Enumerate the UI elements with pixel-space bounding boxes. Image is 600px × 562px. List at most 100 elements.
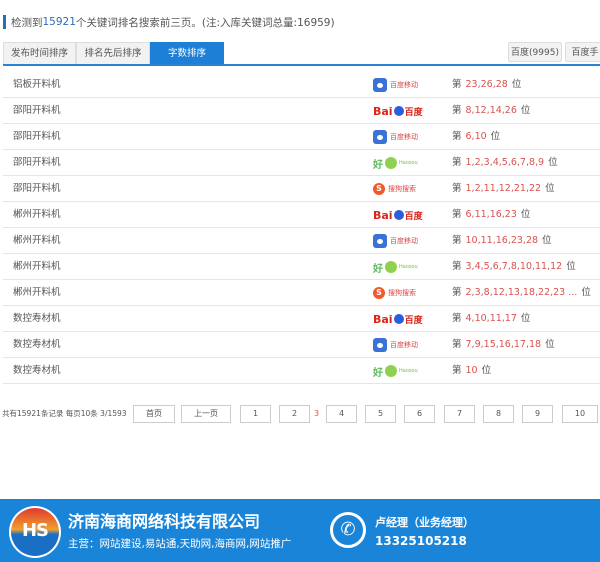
tab-publish-time[interactable]: 发布时间排序 <box>3 42 76 64</box>
company-name: 济南海商网络科技有限公司 <box>68 512 261 531</box>
baidu-logo: Bai 百度 <box>373 103 423 119</box>
keyword-text: 郴州开料机 <box>13 235 61 246</box>
rank-suffix: 位 <box>545 339 555 350</box>
engine-name-du: 百度 <box>404 107 423 118</box>
haosou-ball-icon <box>385 261 397 273</box>
sogou-icon: S <box>373 287 385 299</box>
haosou-logo: 好 Haosou <box>373 363 418 379</box>
first-page-button[interactable]: 首页 <box>133 405 175 423</box>
rank-suffix: 位 <box>520 313 531 324</box>
rank-prefix: 第 <box>452 365 462 376</box>
rank-suffix: 位 <box>545 183 555 194</box>
engine-button-baidu[interactable]: 百度(9995) <box>508 42 562 62</box>
table-row: 邵阳开料机 百度移动 第 6,10 位 <box>3 124 600 150</box>
rank-suffix: 位 <box>481 365 492 376</box>
table-row: 邵阳开料机 好 Haosou 第 1,2,3,4,5,6,7,8,9 位 <box>3 150 600 176</box>
engine-subname: Haosou <box>399 264 418 270</box>
pagination-info: 共有15921条记录 每页10条 3/1593 <box>2 409 127 418</box>
tab-rank-order[interactable]: 排名先后排序 <box>76 42 150 64</box>
summary-count: 15921 <box>42 16 76 28</box>
baidu-mobile-logo: 百度移动 <box>373 337 418 353</box>
baidu-paw-icon <box>373 338 387 352</box>
keyword-list: 铝板开料机 百度移动第 23,26,28 位邵阳开料机 Bai 百度第 8,12,14,26… <box>3 72 600 384</box>
table-row: 邵阳开料机 Bai 百度 第 8,12,14,26 位 <box>3 98 600 124</box>
haosou-logo: 好 Haosou <box>373 259 418 275</box>
rank-prefix: 第 <box>452 339 462 350</box>
keyword-text: 邵阳开料机 <box>13 157 61 168</box>
engine-button-baidu-mobile[interactable]: 百度手 <box>565 42 600 62</box>
rank-prefix: 第 <box>452 209 462 220</box>
rank-suffix: 位 <box>511 79 522 90</box>
phone-icon: ✆ <box>330 512 366 548</box>
page-button-2[interactable]: 2 <box>279 405 310 423</box>
page-button-8[interactable]: 8 <box>483 405 514 423</box>
engine-name: 百度移动 <box>390 133 418 141</box>
sogou-logo: S 搜狗搜索 <box>373 285 416 301</box>
rank-info: 第 1,2,11,12,21,22 位 <box>452 176 555 202</box>
table-row: 数控寿材机 Bai 百度 第 4,10,11,17 位 <box>3 306 600 332</box>
summary-bar <box>3 15 6 29</box>
baidu-logo: Bai 百度 <box>373 311 423 327</box>
prev-page-button[interactable]: 上一页 <box>181 405 231 423</box>
rank-prefix: 第 <box>452 105 462 116</box>
keyword-text: 郴州开料机 <box>13 209 61 220</box>
keyword-text: 数控寿材机 <box>13 313 61 324</box>
summary-suffix: 个关键词排名搜索前三页。(注:入库关键词总量:16959) <box>75 16 335 29</box>
table-row: 铝板开料机 百度移动 第 23,26,28 位 <box>3 72 600 98</box>
rank-positions: 3,4,5,6,7,8,10,11,12 <box>465 261 563 272</box>
haosou-ball-icon <box>385 365 397 377</box>
rank-suffix: 位 <box>542 235 552 246</box>
baidu-paw-icon <box>393 210 404 220</box>
table-row: 郴州开料机 Bai 百度 第 6,11,16,23 位 <box>3 202 600 228</box>
page-button-6[interactable]: 6 <box>404 405 435 423</box>
page-button-10[interactable]: 10 <box>562 405 598 423</box>
rank-positions: 1,2,3,4,5,6,7,8,9 <box>465 157 545 168</box>
rank-prefix: 第 <box>452 157 462 168</box>
rank-info: 第 1,2,3,4,5,6,7,8,9 位 <box>452 150 558 176</box>
rank-positions: 10 <box>465 365 478 376</box>
rank-positions: 23,26,28 <box>465 79 508 90</box>
sogou-logo: S 搜狗搜索 <box>373 181 416 197</box>
engine-name: 百度移动 <box>390 81 418 89</box>
rank-prefix: 第 <box>452 131 462 142</box>
rank-info: 第 10 位 <box>452 358 491 384</box>
rank-prefix: 第 <box>452 261 462 272</box>
rank-suffix: 位 <box>520 105 531 116</box>
page-button-1[interactable]: 1 <box>240 405 271 423</box>
baidu-mobile-logo: 百度移动 <box>373 77 418 93</box>
rank-info: 第 23,26,28 位 <box>452 72 521 98</box>
engine-name-du: 百度 <box>404 315 423 326</box>
engine-name: 好 <box>373 367 383 379</box>
baidu-logo: Bai 百度 <box>373 207 423 223</box>
rank-prefix: 第 <box>452 183 462 194</box>
rank-positions: 10,11,16,23,28 <box>465 235 539 246</box>
page-button-9[interactable]: 9 <box>522 405 553 423</box>
page-button-5[interactable]: 5 <box>365 405 396 423</box>
rank-positions: 6,10 <box>465 131 487 142</box>
rank-suffix: 位 <box>520 209 531 220</box>
rank-info: 第 7,9,15,16,17,18 位 <box>452 332 555 358</box>
sort-tabs: 发布时间排序 排名先后排序 字数排序 百度(9995) 百度手 <box>3 42 600 66</box>
baidu-mobile-logo: 百度移动 <box>373 233 418 249</box>
page-button-4[interactable]: 4 <box>326 405 357 423</box>
rank-suffix: 位 <box>490 131 501 142</box>
footer-banner: HS 济南海商网络科技有限公司 主营：网站建设,易站通,天助网,海商网,网站推广… <box>0 499 600 562</box>
keyword-text: 郴州开料机 <box>13 261 61 272</box>
baidu-paw-icon <box>393 314 404 324</box>
rank-info: 第 4,10,11,17 位 <box>452 306 530 332</box>
rank-info: 第 2,3,8,12,13,18,22,23 ... 位 <box>452 280 591 306</box>
keyword-text: 邵阳开料机 <box>13 183 61 194</box>
engine-name: 搜狗搜索 <box>388 185 416 193</box>
rank-prefix: 第 <box>452 79 462 90</box>
rank-info: 第 6,10 位 <box>452 124 500 150</box>
tab-word-count[interactable]: 字数排序 <box>150 42 224 64</box>
contact-name: 卢经理（业务经理） <box>375 516 474 529</box>
contact-phone[interactable]: 13325105218 <box>375 534 467 548</box>
keyword-text: 数控寿材机 <box>13 365 61 376</box>
keyword-text: 铝板开料机 <box>13 79 61 90</box>
sogou-icon: S <box>373 183 385 195</box>
page-button-7[interactable]: 7 <box>444 405 475 423</box>
rank-positions: 1,2,11,12,21,22 <box>465 183 542 194</box>
engine-name: 好 <box>373 159 383 171</box>
engine-name-du: 百度 <box>404 211 423 222</box>
